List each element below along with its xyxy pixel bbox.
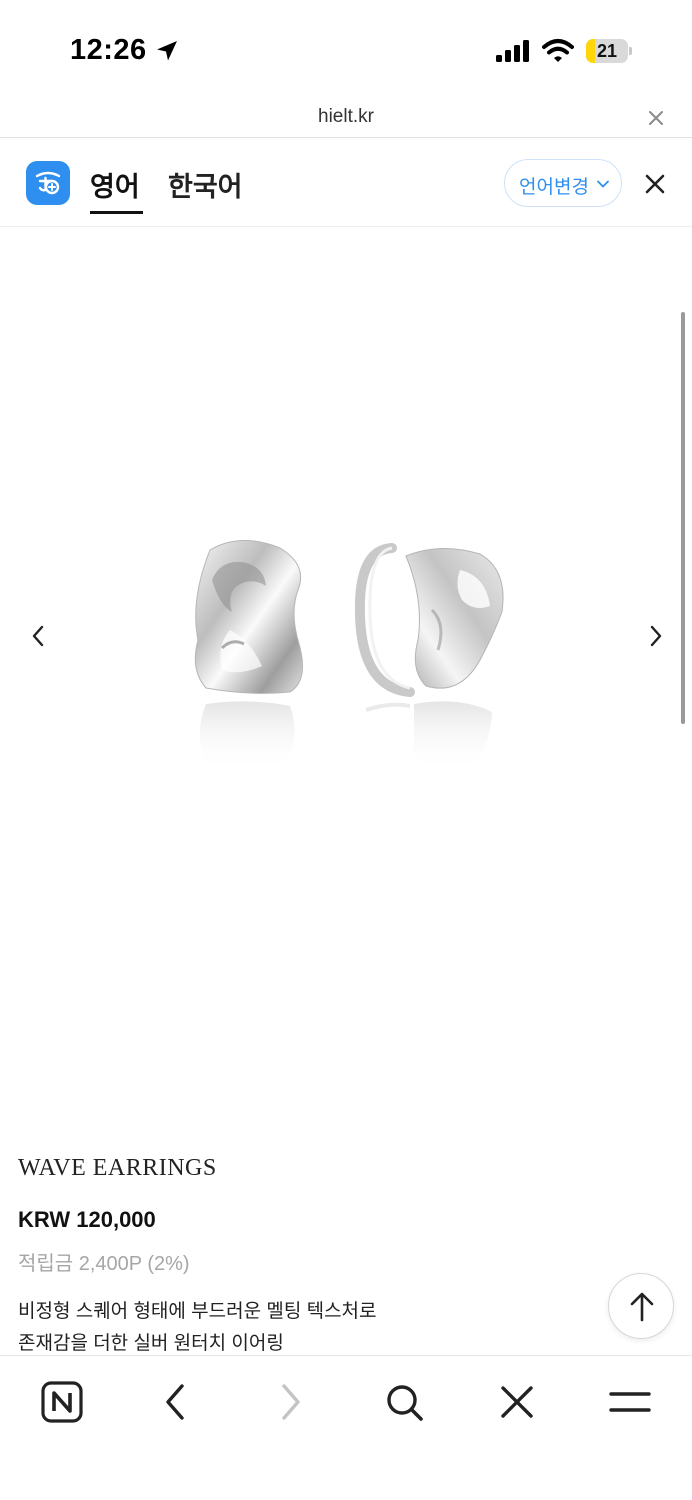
product-image-earrings <box>194 539 504 772</box>
signal-icon <box>496 40 529 62</box>
change-language-button[interactable]: 언어변경 <box>504 159 622 207</box>
menu-icon[interactable] <box>606 1378 654 1426</box>
battery-level: 21 <box>596 41 618 61</box>
battery-icon: 21 <box>586 39 632 63</box>
url-bar[interactable]: hielt.kr <box>0 100 692 138</box>
close-icon[interactable] <box>493 1378 541 1426</box>
chevron-right-icon[interactable] <box>646 624 666 648</box>
bottom-navigation-bar <box>0 1355 692 1500</box>
forward-icon[interactable] <box>266 1378 314 1426</box>
close-icon[interactable] <box>646 108 666 128</box>
chevron-down-icon <box>597 180 609 188</box>
product-name: WAVE EARRINGS <box>18 1155 217 1181</box>
wifi-icon <box>542 39 574 62</box>
product-description-line: 존재감을 더한 실버 원터치 이어링 <box>18 1333 284 1354</box>
product-description-line: 비정형 스퀘어 형태에 부드러운 멜팅 텍스처로 <box>18 1301 377 1322</box>
tab-target-language[interactable]: 한국어 <box>168 165 243 204</box>
close-icon[interactable] <box>644 173 666 195</box>
back-icon[interactable] <box>152 1378 200 1426</box>
arrow-up-icon <box>630 1292 654 1322</box>
location-arrow-icon <box>157 41 177 61</box>
translator-logo[interactable] <box>26 161 70 205</box>
translate-app-icon <box>35 171 61 195</box>
chevron-left-icon[interactable] <box>28 624 48 648</box>
product-price: KRW 120,000 <box>18 1207 156 1232</box>
page-scrollbar[interactable] <box>681 312 685 724</box>
status-bar: 12:26 21 <box>0 0 692 100</box>
naver-n-icon[interactable] <box>38 1378 86 1426</box>
tab-source-language[interactable]: 영어 <box>90 165 140 204</box>
product-points: 적립금 2,400P (2%) <box>18 1253 190 1275</box>
scroll-to-top-button[interactable] <box>608 1273 674 1339</box>
status-time: 12:26 <box>70 34 147 66</box>
active-tab-indicator <box>90 211 143 214</box>
translator-toolbar: 영어 한국어 언어변경 <box>0 139 692 227</box>
url-text[interactable]: hielt.kr <box>0 106 692 128</box>
change-language-label: 언어변경 <box>519 177 589 198</box>
search-icon[interactable] <box>380 1378 428 1426</box>
